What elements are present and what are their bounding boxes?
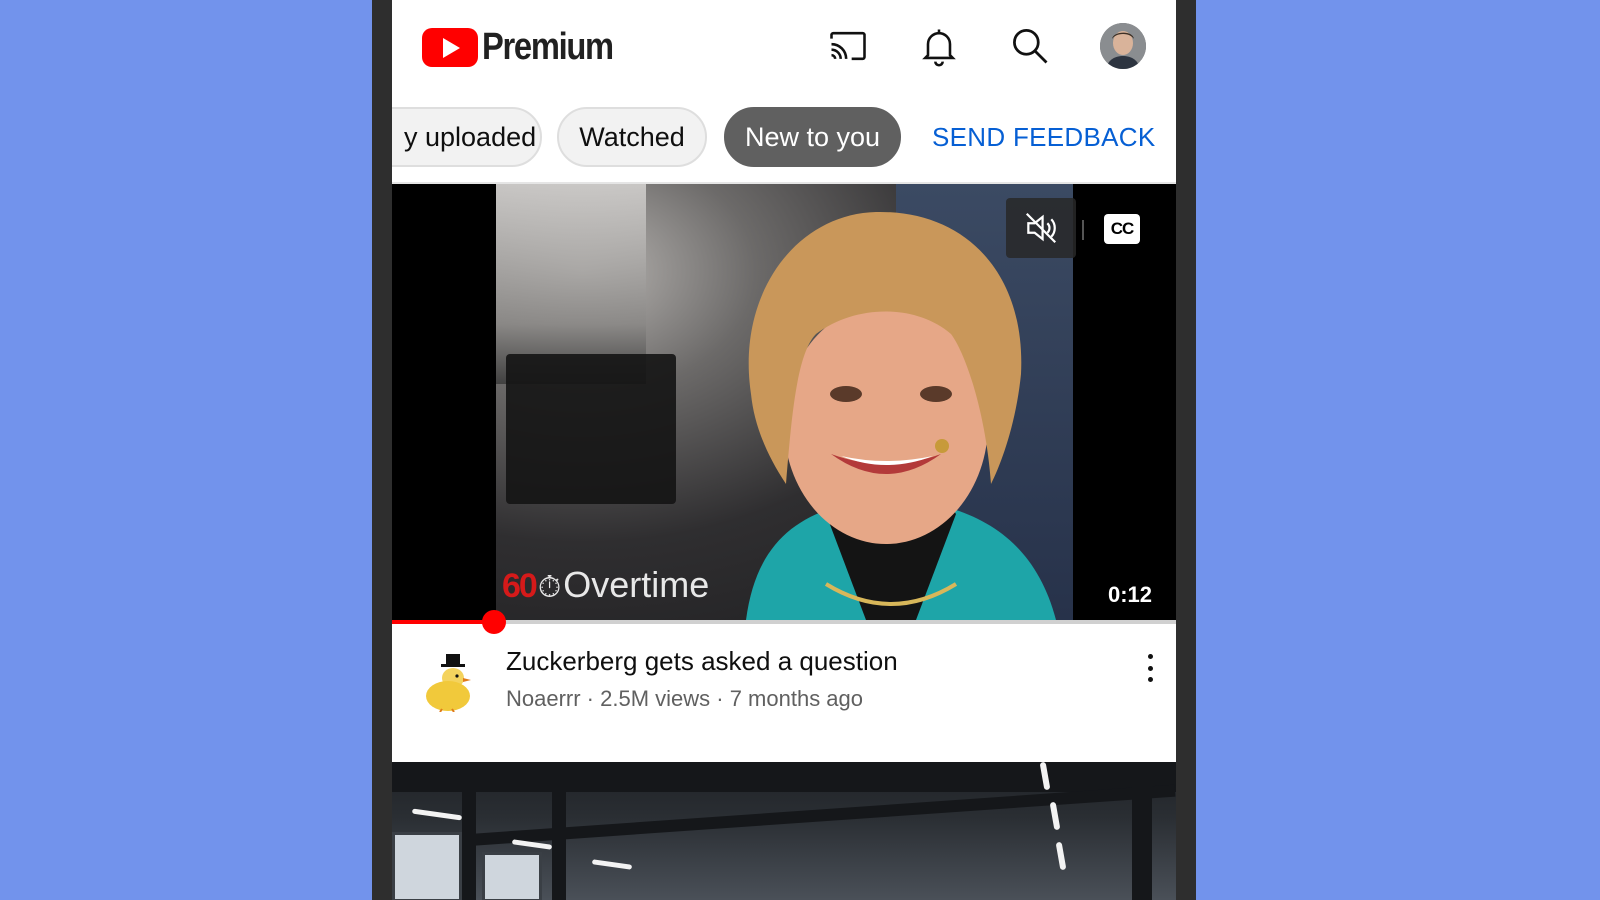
volume-off-icon: [1025, 212, 1057, 244]
thumb-light: [1049, 801, 1061, 831]
account-avatar[interactable]: [1100, 23, 1146, 69]
thumb-window: [482, 852, 542, 900]
more-options-icon[interactable]: [1140, 650, 1160, 686]
interviewee-figure: [746, 211, 1056, 620]
video-frame: [496, 184, 1073, 620]
video-player[interactable]: CC 60 ⏱ Overtime 0:12: [392, 184, 1176, 620]
mute-button[interactable]: [1006, 198, 1076, 258]
top-app-bar: Premium: [392, 0, 1176, 94]
youtube-premium-logo[interactable]: Premium: [422, 25, 634, 68]
search-icon[interactable]: [1006, 22, 1054, 70]
chip-recently-uploaded[interactable]: y uploaded: [392, 107, 542, 167]
thumb-beam: [462, 762, 476, 900]
next-video-thumbnail[interactable]: [392, 762, 1176, 900]
watermark-text: Overtime: [563, 564, 710, 605]
thumb-light: [411, 808, 463, 821]
chip-new-to-you[interactable]: New to you: [724, 107, 901, 167]
controls-separator: [1082, 220, 1084, 240]
watermark-60: 60: [502, 567, 538, 605]
closed-captions-button[interactable]: CC: [1104, 214, 1140, 244]
send-feedback-link[interactable]: SEND FEEDBACK: [932, 122, 1156, 153]
progress-bar[interactable]: [392, 610, 1176, 634]
video-watermark: 60 ⏱ Overtime: [502, 564, 709, 606]
chip-watched[interactable]: Watched: [557, 107, 707, 167]
phone-screen: Premium y uploaded Watched New to you SE…: [392, 0, 1176, 900]
thumb-window: [392, 832, 462, 900]
channel-avatar[interactable]: [422, 652, 476, 713]
thumb-beam: [392, 762, 1176, 792]
filter-chips-bar: y uploaded Watched New to you SEND FEEDB…: [392, 106, 1176, 170]
notifications-bell-icon[interactable]: [915, 22, 963, 70]
video-subtitle: Noaerrr · 2.5M views · 7 months ago: [506, 686, 864, 711]
thumb-beam: [552, 762, 566, 900]
youtube-play-icon: [422, 27, 478, 67]
video-metadata[interactable]: Zuckerberg gets asked a question Noaerrr…: [392, 630, 1176, 760]
logo-text: Premium: [482, 25, 614, 68]
cast-icon[interactable]: [824, 22, 872, 70]
thumb-light: [1055, 841, 1067, 871]
video-title[interactable]: Zuckerberg gets asked a question: [506, 646, 898, 677]
progress-fill: [392, 620, 494, 624]
stopwatch-icon: ⏱: [537, 571, 562, 604]
thumb-beam: [1132, 762, 1152, 900]
thumb-light: [591, 859, 633, 870]
video-duration: 0:12: [1108, 582, 1153, 607]
